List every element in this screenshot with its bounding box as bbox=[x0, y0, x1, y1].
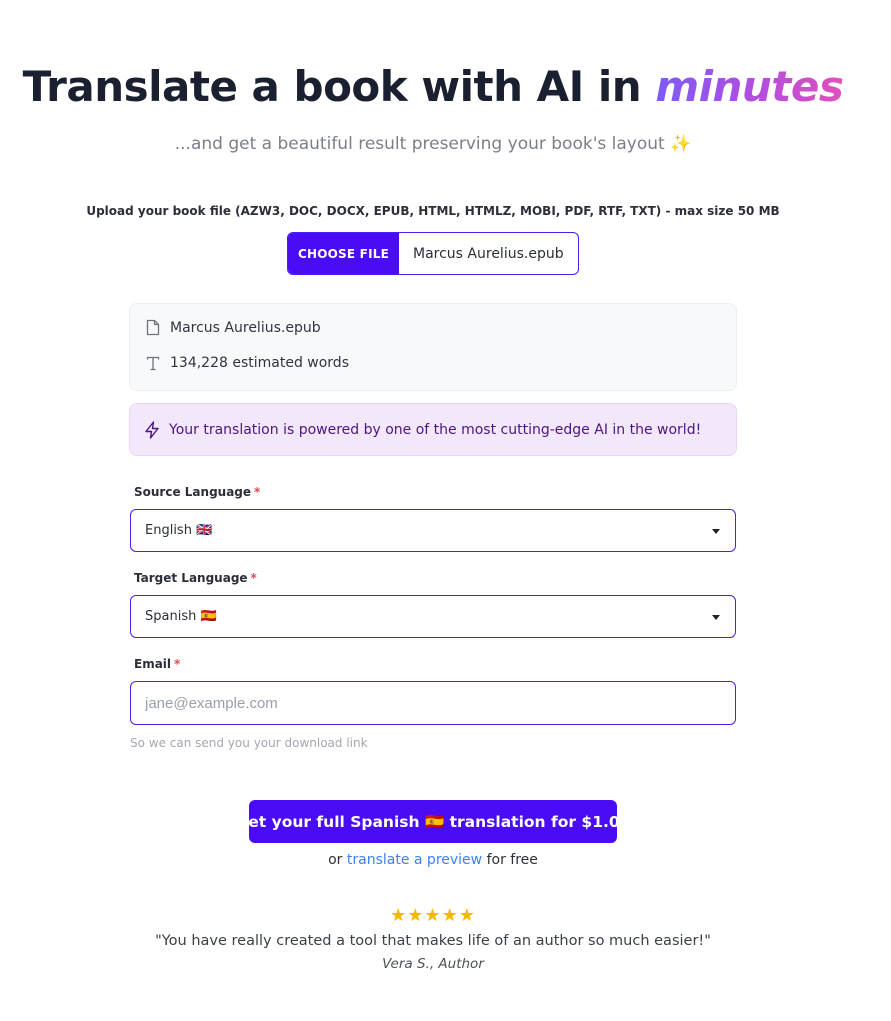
buy-translation-button[interactable]: Get your full Spanish 🇪🇸 translation for… bbox=[236, 800, 630, 843]
source-language-label: Source Language * bbox=[134, 485, 260, 499]
file-info-panel: Marcus Aurelius.epub 134,228 estimated w… bbox=[129, 303, 737, 391]
lightning-icon bbox=[145, 420, 159, 439]
required-mark: * bbox=[254, 485, 261, 499]
target-language-label: Target Language * bbox=[134, 571, 257, 585]
email-helper-text: So we can send you your download link bbox=[130, 736, 368, 750]
page-title-accent: minutes bbox=[655, 62, 844, 111]
required-mark: * bbox=[174, 657, 181, 671]
target-language-label-text: Target Language bbox=[134, 571, 248, 585]
target-language-select[interactable]: Spanish 🇪🇸 bbox=[130, 595, 736, 638]
page-title-main: Translate a book with AI in bbox=[22, 62, 656, 111]
page-subtitle: ...and get a beautiful result preserving… bbox=[174, 134, 692, 154]
file-info-word-count: 134,228 estimated words bbox=[170, 355, 349, 371]
text-icon bbox=[146, 356, 160, 370]
testimonial-author: Vera S., Author bbox=[382, 956, 484, 972]
file-info-words-row: 134,228 estimated words bbox=[146, 355, 349, 371]
email-label-text: Email bbox=[134, 657, 172, 671]
email-input[interactable] bbox=[130, 681, 736, 725]
testimonial-quote: "You have really created a tool that mak… bbox=[155, 933, 711, 949]
preview-prefix: or bbox=[328, 852, 347, 868]
rating-stars: ★★★★★ bbox=[390, 905, 476, 926]
required-mark: * bbox=[250, 571, 257, 585]
choose-file-button[interactable]: CHOOSE FILE bbox=[288, 233, 399, 274]
caret-down-icon bbox=[712, 529, 720, 534]
source-language-select[interactable]: English 🇬🇧 bbox=[130, 509, 736, 552]
selected-file-name: Marcus Aurelius.epub bbox=[413, 245, 564, 262]
target-language-value: Spanish 🇪🇸 bbox=[145, 609, 217, 624]
source-language-value: English 🇬🇧 bbox=[145, 523, 213, 538]
email-label: Email * bbox=[134, 657, 180, 671]
page-title: Translate a book with AI in minutes bbox=[0, 62, 866, 111]
file-info-name: Marcus Aurelius.epub bbox=[170, 319, 321, 336]
file-picker[interactable]: CHOOSE FILE Marcus Aurelius.epub bbox=[287, 232, 579, 275]
file-info-name-row: Marcus Aurelius.epub bbox=[146, 319, 321, 336]
source-language-label-text: Source Language bbox=[134, 485, 252, 499]
preview-line: or translate a preview for free bbox=[0, 852, 866, 868]
caret-down-icon bbox=[712, 615, 720, 620]
upload-label: Upload your book file (AZW3, DOC, DOCX, … bbox=[86, 204, 780, 218]
ai-notice-text: Your translation is powered by one of th… bbox=[169, 421, 702, 438]
preview-suffix: for free bbox=[482, 852, 538, 868]
translate-preview-link[interactable]: translate a preview bbox=[347, 852, 482, 868]
file-icon bbox=[146, 319, 160, 336]
ai-notice: Your translation is powered by one of th… bbox=[129, 403, 737, 456]
